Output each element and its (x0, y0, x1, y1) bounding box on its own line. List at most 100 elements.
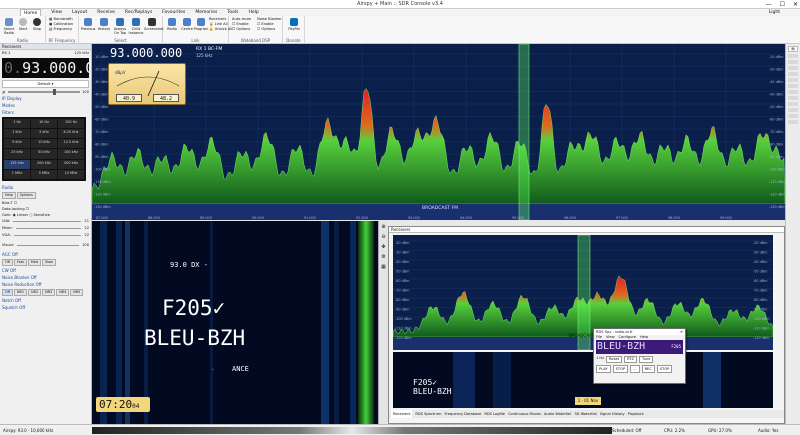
toolbar-item[interactable] (788, 66, 798, 70)
popup-play-button[interactable]: PLAY (596, 365, 611, 373)
menu-favourites[interactable]: Favourites (162, 9, 185, 16)
nr3-button[interactable]: NR3 (42, 289, 56, 296)
menu-memories[interactable]: Memories (195, 9, 217, 16)
tab-help[interactable]: Help (2, 192, 16, 199)
paypal-button[interactable]: PayPal (286, 18, 302, 31)
main-spectrum[interactable]: -10 dBm -10 dBm -20 dBm -20 dBm -30 dBm -30 d… (92, 44, 785, 220)
volume-slider[interactable] (8, 89, 81, 95)
step-button[interactable]: 1 Hz (4, 119, 30, 129)
menu-receive[interactable]: Receive (97, 9, 115, 16)
nr4-button[interactable]: NR4 (56, 289, 70, 296)
step-button[interactable]: 100 kHz (58, 149, 84, 159)
tab-playback[interactable]: Playback (628, 410, 644, 418)
toolbar-item[interactable] (788, 108, 798, 112)
nr1-button[interactable]: NR1 (14, 289, 28, 296)
step-button[interactable]: 1 MHz (4, 169, 30, 179)
tab-audio-waterfall[interactable]: Audio Waterfall (544, 410, 571, 418)
toolbar-item[interactable] (788, 114, 798, 118)
step-button[interactable]: 9 kHz (4, 139, 30, 149)
pan-icon[interactable]: ✥ (380, 243, 387, 251)
zoom-in-icon[interactable]: ⊕ (380, 223, 387, 231)
section-agc[interactable]: AGC Off (0, 251, 91, 258)
step-button[interactable]: 10 kHz (31, 139, 57, 149)
visual-row[interactable]: Visual: 100 (0, 242, 91, 249)
tab-frequency-database[interactable]: Frequency Database (445, 410, 482, 418)
step-button[interactable]: 200 kHz (31, 159, 57, 169)
section-noise-blanker[interactable]: Noise Blanker Off (0, 274, 91, 281)
agc-med-button[interactable]: Med (27, 259, 41, 266)
previous-button[interactable]: Previous (80, 18, 96, 31)
program-button[interactable]: Program (193, 18, 209, 31)
step-button[interactable]: 500 kHz (58, 159, 84, 169)
section-noise-reduction[interactable]: Noise Reduction Off (0, 281, 91, 288)
popup-reset-button[interactable]: Reset (606, 356, 623, 363)
theme-selector[interactable]: Light (769, 9, 780, 16)
section-radio[interactable]: Radio (0, 184, 91, 191)
tab-3d-waterfall[interactable]: 3D Waterfall (574, 410, 596, 418)
step-button[interactable]: 1 kHz (4, 129, 30, 139)
popup-close-icon[interactable]: ✕ (680, 329, 685, 335)
menu-home[interactable]: Home (20, 9, 42, 16)
nr2-button[interactable]: NR2 (28, 289, 42, 296)
toolbar-item[interactable] (788, 96, 798, 100)
menu-help[interactable]: Help (248, 9, 258, 16)
tab-continuous-moves[interactable]: Continuous Moves (508, 410, 541, 418)
toolbar-item[interactable] (788, 72, 798, 76)
screenshot-button[interactable]: Screenshot (144, 18, 164, 31)
tab-receivers[interactable]: Receivers (391, 410, 413, 418)
agc-slow-button[interactable]: Slow (42, 259, 56, 266)
toolbar-item[interactable] (788, 90, 798, 94)
menu-view[interactable]: View (51, 9, 62, 16)
stop-button[interactable]: Stop (29, 18, 45, 31)
toolbar-tab[interactable]: ▤ (788, 46, 798, 52)
volume-slider-handle[interactable] (52, 89, 56, 95)
spectrum-plot[interactable]: -10 dBm -10 dBm -20 dBm -20 dBm -30 dBm -30 d… (92, 44, 785, 220)
agc-fast-button[interactable]: Fast (14, 259, 27, 266)
step-button[interactable]: 10 MHz (58, 169, 84, 179)
popup-source-select[interactable]: RTZ (624, 356, 637, 363)
menu-tools[interactable]: Tools (227, 9, 238, 16)
settings-icon[interactable]: ⚙ (380, 253, 387, 261)
close-button[interactable]: ✕ (793, 0, 798, 9)
step-button[interactable]: 50 kHz (31, 149, 57, 159)
vga-gain-row[interactable]: VGA: 22 (0, 232, 91, 239)
mixer-gain-row[interactable]: Mixer: 22 (0, 225, 91, 232)
step-button[interactable]: 10 Hz (31, 119, 57, 129)
toolbar-item[interactable] (788, 60, 798, 64)
nr5-button[interactable]: NR5 (70, 289, 84, 296)
popup-stop-rec-button[interactable]: STOP (656, 365, 673, 373)
step-button[interactable]: 6.25 kHz (58, 129, 84, 139)
frequency-scroll-bar[interactable] (92, 427, 612, 434)
popup-stop-button[interactable]: STOP (612, 365, 629, 373)
frequency-display[interactable]: 0.93.000.000 (2, 58, 91, 78)
maximize-button[interactable]: ☐ (780, 0, 785, 9)
mode-select[interactable]: Default ▾ (2, 80, 89, 88)
toolbar-item[interactable] (788, 78, 798, 82)
toolbar-item[interactable] (788, 84, 798, 88)
minimize-button[interactable]: — (766, 0, 772, 9)
history-button[interactable]: History (96, 18, 112, 31)
popup-more-button[interactable]: ... (630, 365, 640, 373)
tab-options[interactable]: Options (16, 192, 36, 199)
menu-rec-replays[interactable]: Rec/Replays (125, 9, 152, 16)
nr-off-button[interactable]: Off (2, 289, 14, 296)
waterfall[interactable]: 93.0 DX - F205✓ BLEU-BZH · ANCE 07:2004 (92, 221, 378, 424)
link-radio-button[interactable]: Radio (164, 18, 180, 31)
child-instance-button[interactable]: Child Instance (128, 18, 144, 35)
frequency-item[interactable]: ▤ Frequency (49, 27, 72, 32)
zoom-out-icon[interactable]: ⊖ (380, 233, 387, 241)
toolbar-item[interactable] (788, 120, 798, 124)
section-notch[interactable]: Notch Off (0, 297, 91, 304)
auto-mute-options[interactable]: ☐ Options (232, 27, 250, 32)
noise-blanker-options[interactable]: ☐ Options (257, 27, 275, 32)
section-squelch[interactable]: Squelch Off (0, 304, 91, 311)
tab-signal-history[interactable]: Signal History (600, 410, 625, 418)
grid-icon[interactable]: ▦ (380, 263, 387, 271)
section-ip-display[interactable]: IP Display (0, 95, 91, 102)
agc-off-button[interactable]: Off (2, 259, 14, 266)
section-modes[interactable]: Modes (0, 102, 91, 109)
main-frequency-readout[interactable]: 93.000.000 (110, 46, 182, 60)
step-button[interactable]: 5 kHz (31, 129, 57, 139)
gain-sensitive-radio[interactable]: ○ Sensitive (29, 213, 50, 217)
step-button[interactable]: 12.5 kHz (58, 139, 84, 149)
